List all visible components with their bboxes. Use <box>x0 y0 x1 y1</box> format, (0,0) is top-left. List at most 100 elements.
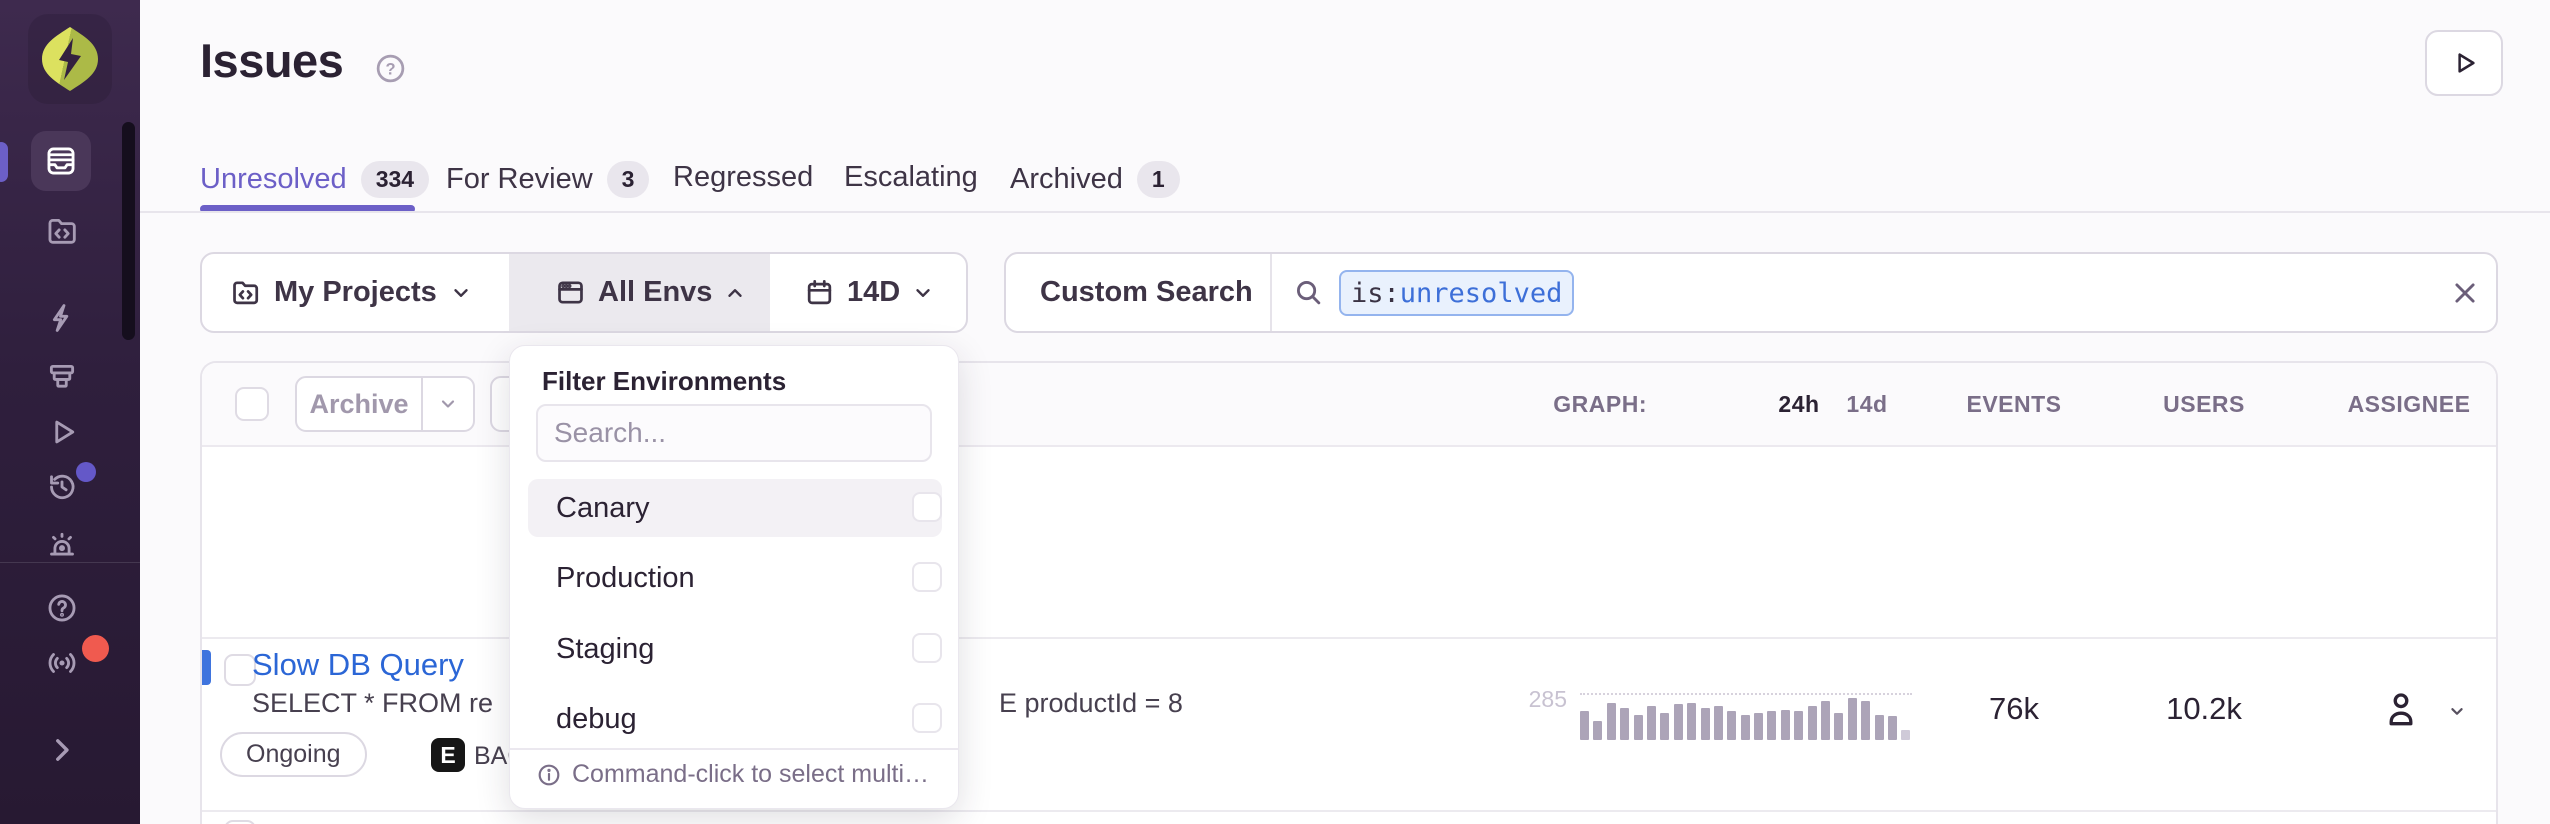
page-title: Issues <box>200 33 343 88</box>
page-filter-bar: My Projects All Envs <box>200 252 968 333</box>
search-divider <box>1270 254 1272 331</box>
dropdown-footer-hint: Command-click to select multi… <box>536 760 929 789</box>
sidebar <box>0 0 140 824</box>
search-bar: Custom Search is:unresolved <box>1004 252 2498 333</box>
calendar-icon <box>804 277 835 308</box>
tab-escalating[interactable]: Escalating <box>844 161 978 194</box>
sidebar-collapse-icon[interactable] <box>45 733 79 767</box>
play-icon <box>2449 48 2479 78</box>
nav-releases-icon[interactable] <box>45 360 79 394</box>
tab-count-badge: 3 <box>607 161 650 198</box>
environment-filter-label: All Envs <box>598 276 712 309</box>
archive-dropdown-chevron[interactable] <box>421 378 473 430</box>
environment-filter-button[interactable]: All Envs <box>555 254 746 331</box>
title-help-icon[interactable]: ? <box>374 52 407 85</box>
tab-label: Regressed <box>673 161 813 194</box>
environment-dropdown: Filter Environments Search... Canary Pro… <box>509 345 959 809</box>
event-sparkline <box>1580 696 1912 740</box>
nav-issues-icon[interactable] <box>44 144 78 178</box>
tab-archived[interactable]: Archived 1 <box>1010 161 1180 198</box>
logo-icon <box>40 26 100 92</box>
date-range-label: 14D <box>847 276 900 309</box>
env-option-staging[interactable]: Staging <box>528 620 942 678</box>
graph-range-14d[interactable]: 14d <box>1835 391 1899 418</box>
history-notification-dot <box>76 462 96 482</box>
nav-projects-icon[interactable] <box>45 214 79 248</box>
chevron-up-icon <box>724 282 746 304</box>
clear-search-icon[interactable] <box>2450 278 2480 308</box>
tab-count-badge: 334 <box>361 161 429 198</box>
project-filter-button[interactable]: My Projects <box>230 254 472 331</box>
assignee-icon[interactable] <box>2380 688 2422 730</box>
status-label: Ongoing <box>246 740 341 769</box>
tab-label: Escalating <box>844 161 978 194</box>
search-token-is-unresolved[interactable]: is:unresolved <box>1339 270 1574 316</box>
env-checkbox-canary[interactable] <box>912 492 942 522</box>
nav-whats-new-icon[interactable] <box>45 646 79 680</box>
custom-search-label: Custom Search <box>1040 276 1253 309</box>
env-option-canary[interactable]: Canary <box>528 479 942 537</box>
dropdown-title: Filter Environments <box>542 366 786 397</box>
column-users: USERS <box>2104 391 2304 418</box>
nav-history-icon[interactable] <box>45 470 79 504</box>
replay-play-button[interactable] <box>2425 30 2503 96</box>
app-logo[interactable] <box>28 14 112 104</box>
tab-label: For Review <box>446 163 593 196</box>
row-divider <box>202 810 2498 812</box>
active-nav-indicator <box>0 142 8 182</box>
option-label: Staging <box>556 633 654 666</box>
token-key: is: <box>1351 278 1400 309</box>
event-graph <box>1580 693 1912 740</box>
nav-alerts-icon[interactable] <box>45 528 79 562</box>
graph-max-dotted-line <box>1580 693 1912 695</box>
graph-max-label: 285 <box>1507 686 1567 713</box>
sidebar-divider <box>0 562 140 563</box>
issue-title[interactable]: Slow DB Query <box>252 647 464 683</box>
footer-hint-text: Command-click to select multi… <box>572 760 929 789</box>
events-count: 76k <box>1914 691 2114 727</box>
sidebar-scrollbar[interactable] <box>122 122 135 340</box>
select-all-checkbox[interactable] <box>235 387 269 421</box>
tab-label: Archived <box>1010 163 1123 196</box>
project-filter-label: My Projects <box>274 276 437 309</box>
status-badge: Ongoing <box>220 732 367 777</box>
custom-search-button[interactable]: Custom Search <box>1040 254 1253 331</box>
environment-window-icon <box>555 277 586 308</box>
assignee-chevron-down-icon[interactable] <box>2446 700 2468 722</box>
nav-replays-icon[interactable] <box>45 415 79 449</box>
chevron-down-icon <box>450 282 472 304</box>
option-label: Canary <box>556 492 650 525</box>
env-option-production[interactable]: Production <box>528 549 942 607</box>
issue-subtitle-right: E productId = 8 <box>999 688 1183 719</box>
info-icon <box>536 762 562 788</box>
tab-regressed[interactable]: Regressed <box>673 161 813 194</box>
dropdown-footer-divider <box>510 748 958 750</box>
tab-label: Unresolved <box>200 163 347 196</box>
tab-for-review[interactable]: For Review 3 <box>446 161 649 198</box>
unread-indicator-bar <box>202 650 211 685</box>
users-count: 10.2k <box>2104 691 2304 727</box>
nav-performance-icon[interactable] <box>45 301 79 335</box>
token-value: unresolved <box>1400 278 1563 309</box>
row-checkbox[interactable] <box>224 820 256 824</box>
env-checkbox-production[interactable] <box>912 562 942 592</box>
search-placeholder: Search... <box>554 417 666 449</box>
column-assignee: ASSIGNEE <box>2309 391 2498 418</box>
tab-unresolved[interactable]: Unresolved 334 <box>200 161 429 198</box>
env-checkbox-staging[interactable] <box>912 633 942 663</box>
graph-range-24h[interactable]: 24h <box>1767 391 1831 418</box>
search-icon <box>1293 277 1324 308</box>
environment-search-input[interactable]: Search... <box>536 404 932 462</box>
projects-folder-icon <box>230 277 261 308</box>
option-label: debug <box>556 703 637 736</box>
chevron-down-icon <box>912 282 934 304</box>
env-checkbox-debug[interactable] <box>912 703 942 733</box>
nav-help-icon[interactable] <box>45 591 79 625</box>
archive-button[interactable]: Archive <box>295 376 475 432</box>
issues-page: Issues ? Unresolved 334 For Review 3 Reg… <box>0 0 2550 824</box>
whats-new-notification-dot <box>82 635 109 662</box>
column-graph: GRAPH: <box>1447 391 1647 418</box>
date-range-filter-button[interactable]: 14D <box>804 254 934 331</box>
option-label: Production <box>556 562 695 595</box>
env-option-debug[interactable]: debug <box>528 690 942 748</box>
